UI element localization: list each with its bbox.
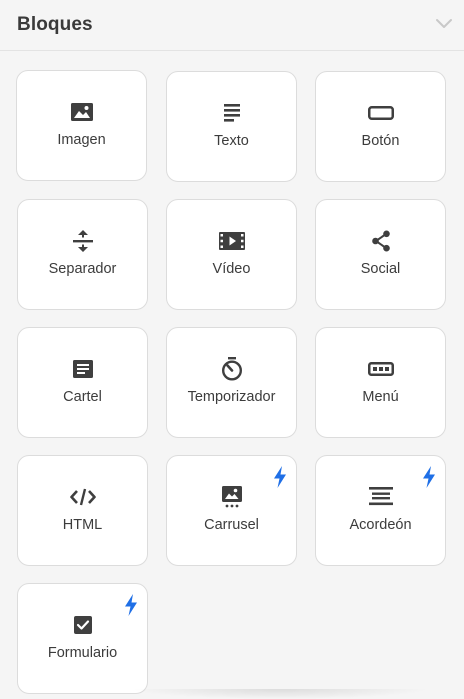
image-icon [17, 99, 146, 125]
video-icon [167, 228, 296, 254]
block-label: Carrusel [204, 517, 259, 533]
block-separador[interactable]: Separador [17, 199, 148, 310]
block-label: Cartel [63, 389, 102, 405]
scroll-shadow [130, 689, 430, 699]
button-icon [316, 100, 445, 126]
block-label: Texto [214, 133, 249, 149]
block-label: Temporizador [187, 389, 276, 405]
block-cartel[interactable]: Cartel [17, 327, 148, 438]
block-label: HTML [62, 517, 103, 533]
block-label: Separador [48, 261, 117, 277]
block-label: Acordeón [349, 517, 412, 533]
block-label: Menú [362, 389, 399, 405]
panel-title: Bloques [17, 14, 93, 35]
separator-icon [18, 228, 147, 254]
share-icon [316, 228, 445, 254]
block-label: Vídeo [212, 261, 251, 277]
accordion-icon [316, 484, 445, 510]
block-video[interactable]: Vídeo [166, 199, 297, 310]
banner-icon [18, 356, 147, 382]
timer-icon [167, 356, 296, 382]
collapse-button[interactable] [432, 12, 456, 36]
panel-header[interactable]: Bloques [0, 0, 464, 51]
block-temporizador[interactable]: Temporizador [166, 327, 297, 438]
block-label: Imagen [57, 132, 106, 148]
block-menu[interactable]: Menú [315, 327, 446, 438]
block-acordeon[interactable]: Acordeón [315, 455, 446, 566]
block-label: Social [360, 261, 401, 277]
text-icon [167, 100, 296, 126]
block-social[interactable]: Social [315, 199, 446, 310]
checkbox-icon [18, 612, 147, 638]
block-formulario[interactable]: Formulario [17, 583, 148, 694]
block-imagen[interactable]: Imagen [16, 70, 147, 181]
block-boton[interactable]: Botón [315, 71, 446, 182]
chevron-down-icon [436, 19, 452, 28]
block-carrusel[interactable]: Carrusel [166, 455, 297, 566]
carousel-icon [167, 484, 296, 510]
code-icon [18, 484, 147, 510]
block-html[interactable]: HTML [17, 455, 148, 566]
block-texto[interactable]: Texto [166, 71, 297, 182]
block-label: Formulario [47, 645, 118, 661]
menu-icon [316, 356, 445, 382]
block-label: Botón [361, 133, 400, 149]
